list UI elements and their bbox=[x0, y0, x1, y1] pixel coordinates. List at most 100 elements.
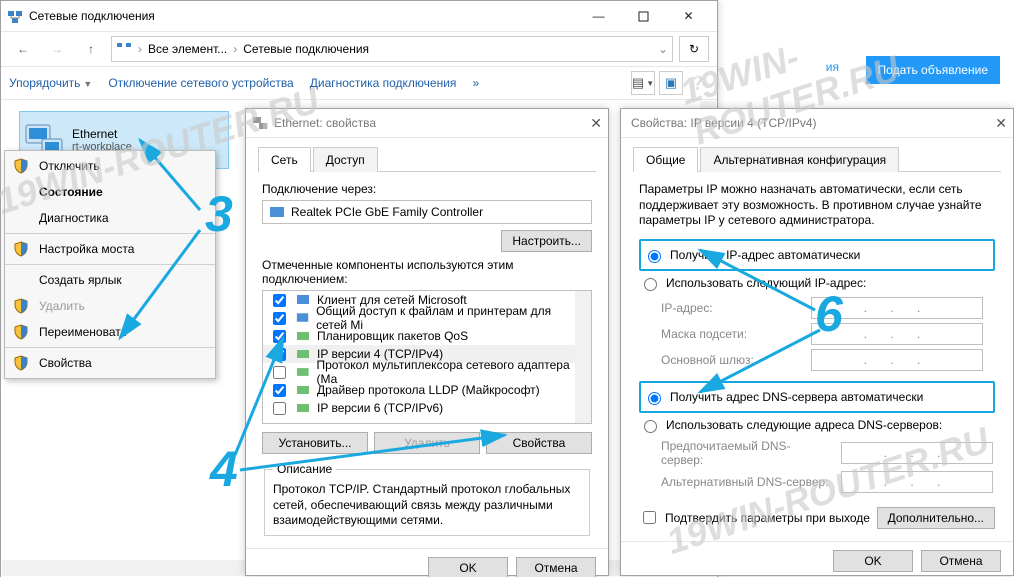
remove-button: Удалить bbox=[374, 432, 480, 454]
dialog-title: Свойства: IP версии 4 (TCP/IPv4) bbox=[627, 116, 1007, 130]
ctx-bridge[interactable]: Настройка моста bbox=[5, 236, 215, 262]
minimize-button[interactable]: ― bbox=[576, 1, 621, 31]
up-button[interactable]: ↑ bbox=[77, 35, 105, 63]
list-item: IP версии 6 (TCP/IPv6) bbox=[263, 399, 591, 417]
location-icon bbox=[116, 41, 132, 57]
connection-name: Ethernet bbox=[72, 127, 132, 141]
description-header: Описание bbox=[273, 462, 336, 476]
close-icon[interactable]: ✕ bbox=[995, 115, 1007, 132]
diagnose-cmd[interactable]: Диагностика подключения bbox=[310, 76, 457, 90]
preview-pane-button[interactable]: ▣ bbox=[659, 71, 683, 95]
cancel-button[interactable]: Отмена bbox=[921, 550, 1001, 572]
dns2-input: . . . bbox=[841, 471, 993, 493]
list-scrollbar[interactable] bbox=[575, 291, 591, 423]
tab-alternate[interactable]: Альтернативная конфигурация bbox=[700, 147, 899, 172]
context-menu: Отключить Состояние Диагностика Настройк… bbox=[4, 150, 216, 379]
auto-ip-group: Получить IP-адрес автоматически bbox=[639, 239, 995, 271]
shield-icon bbox=[13, 241, 29, 257]
chevron-down-icon[interactable]: ⌄ bbox=[658, 42, 668, 56]
help-button[interactable]: ❔ bbox=[687, 72, 709, 94]
protocol-icon bbox=[295, 364, 311, 380]
network-icon bbox=[7, 8, 23, 24]
ok-button[interactable]: OK bbox=[833, 550, 913, 572]
cancel-button[interactable]: Отмена bbox=[516, 557, 596, 577]
ctx-shortcut[interactable]: Создать ярлык bbox=[5, 267, 215, 293]
refresh-button[interactable]: ↻ bbox=[679, 36, 709, 62]
install-button[interactable]: Установить... bbox=[262, 432, 368, 454]
overflow-chevron[interactable]: » bbox=[472, 76, 479, 90]
dns1-row: Предпочитаемый DNS-сервер:. . . bbox=[661, 439, 995, 467]
post-ad-button[interactable]: Подать объявление bbox=[866, 56, 1000, 84]
client-icon bbox=[295, 292, 311, 308]
dialog-title: Ethernet: свойства bbox=[274, 116, 602, 130]
ctx-disable[interactable]: Отключить bbox=[5, 153, 215, 179]
gw-row: Основной шлюз:. . . bbox=[661, 349, 995, 371]
titlebar[interactable]: Сетевые подключения ― ✕ bbox=[1, 1, 717, 32]
ctx-diagnose[interactable]: Диагностика bbox=[5, 205, 215, 231]
close-button[interactable]: ✕ bbox=[666, 1, 711, 31]
ethernet-properties-dialog: Ethernet: свойства ✕ Сеть Доступ Подключ… bbox=[245, 108, 609, 576]
dns2-row: Альтернативный DNS-сервер:. . . bbox=[661, 471, 995, 493]
connect-via-label: Подключение через: bbox=[262, 182, 592, 196]
back-button[interactable]: ← bbox=[9, 35, 37, 63]
shield-icon bbox=[13, 355, 29, 371]
share-icon bbox=[295, 310, 310, 326]
dialog-footer: OK Отмена bbox=[246, 548, 608, 577]
description-text: Протокол TCP/IP. Стандартный протокол гл… bbox=[273, 482, 581, 529]
disable-device-cmd[interactable]: Отключение сетевого устройства bbox=[108, 76, 293, 90]
dialog-titlebar[interactable]: Свойства: IP версии 4 (TCP/IPv4) ✕ bbox=[621, 109, 1013, 138]
components-list[interactable]: Клиент для сетей Microsoft Общий доступ … bbox=[262, 290, 592, 424]
ipv4-properties-dialog: Свойства: IP версии 4 (TCP/IPv4) ✕ Общие… bbox=[620, 108, 1014, 576]
info-text: Параметры IP можно назначать автоматичес… bbox=[639, 182, 995, 229]
view-options-button[interactable]: ▤▼ bbox=[631, 71, 655, 95]
adapter-field: Realtek PCIe GbE Family Controller bbox=[262, 200, 592, 224]
ip-row: IP-адрес:. . . bbox=[661, 297, 995, 319]
radio-static-ip[interactable]: Использовать следующий IP-адрес: bbox=[639, 273, 995, 293]
qos-icon bbox=[295, 328, 311, 344]
ethernet-icon bbox=[252, 115, 268, 131]
page-fragment: ия bbox=[826, 60, 839, 74]
ctx-rename[interactable]: Переименовать bbox=[5, 319, 215, 345]
radio-static-dns[interactable]: Использовать следующие адреса DNS-сервер… bbox=[639, 415, 995, 435]
ctx-state[interactable]: Состояние bbox=[5, 179, 215, 205]
maximize-button[interactable] bbox=[621, 1, 666, 31]
dialog-titlebar[interactable]: Ethernet: свойства ✕ bbox=[246, 109, 608, 138]
protocol-icon bbox=[295, 400, 311, 416]
address-bar[interactable]: › Все элемент... › Сетевые подключения ⌄ bbox=[111, 36, 673, 62]
protocol-icon bbox=[295, 382, 311, 398]
mask-row: Маска подсети:. . . bbox=[661, 323, 995, 345]
shield-icon bbox=[13, 324, 29, 340]
separator bbox=[5, 264, 215, 265]
protocol-icon bbox=[295, 346, 311, 362]
adapter-icon bbox=[269, 204, 285, 220]
radio-auto-dns[interactable]: Получить адрес DNS-сервера автоматически bbox=[643, 387, 989, 407]
crumb-network[interactable]: Сетевые подключения bbox=[243, 42, 369, 56]
validate-checkbox[interactable]: Подтвердить параметры при выходе bbox=[639, 508, 870, 527]
auto-dns-group: Получить адрес DNS-сервера автоматически bbox=[639, 381, 995, 413]
tab-bar: Общие Альтернативная конфигурация bbox=[633, 146, 1001, 172]
tab-bar: Сеть Доступ bbox=[258, 146, 596, 172]
separator bbox=[5, 347, 215, 348]
tab-general[interactable]: Общие bbox=[633, 147, 698, 172]
dialog-footer: OK Отмена bbox=[621, 541, 1013, 577]
close-icon[interactable]: ✕ bbox=[590, 115, 602, 132]
tab-network[interactable]: Сеть bbox=[258, 147, 311, 172]
tab-access[interactable]: Доступ bbox=[313, 147, 378, 172]
ok-button[interactable]: OK bbox=[428, 557, 508, 577]
gateway-input: . . . bbox=[811, 349, 983, 371]
list-item: Общий доступ к файлам и принтерам для се… bbox=[263, 309, 591, 327]
radio-auto-ip[interactable]: Получить IP-адрес автоматически bbox=[643, 245, 989, 265]
ctx-delete[interactable]: Удалить bbox=[5, 293, 215, 319]
advanced-button[interactable]: Дополнительно... bbox=[877, 507, 995, 529]
organize-menu[interactable]: Упорядочить▼ bbox=[9, 76, 92, 90]
configure-button[interactable]: Настроить... bbox=[501, 230, 592, 252]
forward-button[interactable]: → bbox=[43, 35, 71, 63]
separator bbox=[5, 233, 215, 234]
properties-button[interactable]: Свойства bbox=[486, 432, 592, 454]
ctx-properties[interactable]: Свойства bbox=[5, 350, 215, 376]
list-item: Протокол мультиплексора сетевого адаптер… bbox=[263, 363, 591, 381]
shield-icon bbox=[13, 158, 29, 174]
mask-input: . . . bbox=[811, 323, 983, 345]
crumb-panel[interactable]: Все элемент... bbox=[148, 42, 227, 56]
ip-input: . . . bbox=[811, 297, 983, 319]
